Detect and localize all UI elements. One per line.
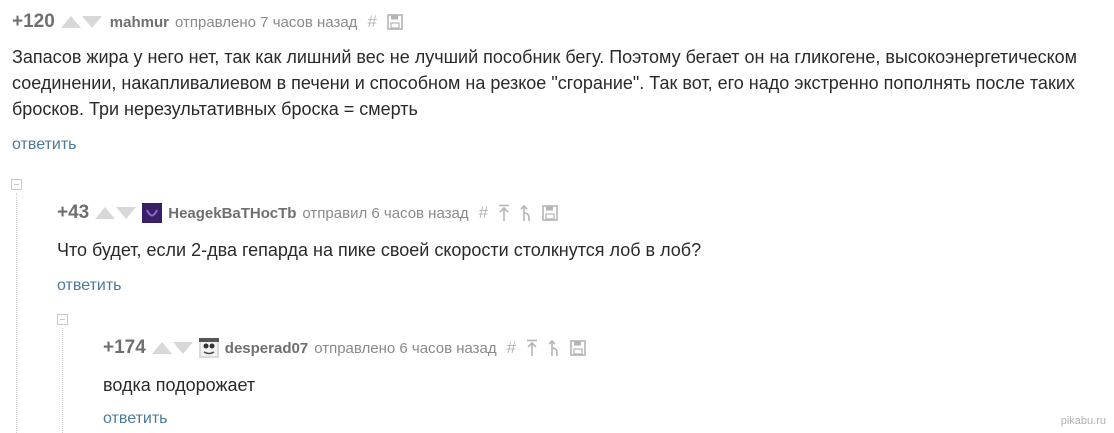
avatar[interactable] [198, 338, 219, 358]
vote-arrows [60, 16, 102, 28]
reply-link[interactable]: ответить [103, 410, 1093, 428]
collapse-thread-icon[interactable] [57, 314, 68, 325]
comment-username[interactable]: desperad07 [225, 340, 308, 357]
hash-icon[interactable]: # [367, 12, 376, 32]
thread-line [16, 193, 17, 433]
to-top-icon[interactable] [498, 204, 510, 222]
comment-3: +174 desperad07 отправлено 6 часов назад… [103, 336, 1093, 428]
comment-1: +120 mahmur отправлено 7 часов назад # З… [12, 10, 1102, 154]
comment-2: +43 НеаgekВаТНосТb отправил 6 часов наза… [57, 201, 1097, 295]
comment-timestamp: отправлено 7 часов назад [174, 13, 358, 31]
comment-username[interactable]: НеаgekВаТНосТb [168, 205, 296, 222]
comment-timestamp: отправлено 6 часов назад [314, 339, 497, 357]
vote-arrows [151, 342, 193, 354]
vote-down-icon[interactable] [81, 16, 102, 28]
to-top-icon[interactable] [526, 339, 538, 357]
comment-rating: +174 [103, 337, 146, 358]
reply-link[interactable]: ответить [12, 136, 1102, 154]
comment-username[interactable]: mahmur [110, 14, 169, 31]
to-parent-icon[interactable] [548, 339, 560, 357]
watermark: pikabu.ru [1060, 415, 1106, 427]
hash-icon[interactable]: # [479, 203, 488, 223]
vote-up-icon[interactable] [151, 342, 172, 354]
comment-rating: +43 [57, 202, 90, 223]
comment-timestamp: отправил 6 часов назад [302, 204, 469, 222]
hash-icon[interactable]: # [507, 338, 516, 358]
comment-header: +120 mahmur отправлено 7 часов назад # [12, 10, 1102, 34]
comment-header: +174 desperad07 отправлено 6 часов назад… [103, 336, 1093, 360]
collapse-thread-icon[interactable] [11, 179, 22, 190]
vote-down-icon[interactable] [116, 207, 137, 219]
save-icon[interactable] [542, 205, 558, 221]
thread-line [62, 328, 63, 433]
save-icon[interactable] [570, 340, 586, 356]
vote-up-icon[interactable] [60, 16, 81, 28]
save-icon[interactable] [387, 14, 403, 30]
comment-text: Что будет, если 2-два гепарда на пике св… [57, 240, 702, 260]
comment-header: +43 НеаgekВаТНосТb отправил 6 часов наза… [57, 201, 1097, 225]
reply-link[interactable]: ответить [57, 277, 1097, 295]
vote-arrows [95, 207, 137, 219]
comment-text: водка подорожает [103, 375, 256, 395]
vote-up-icon[interactable] [95, 207, 116, 219]
to-parent-icon[interactable] [520, 204, 532, 222]
comment-rating: +120 [12, 11, 55, 32]
comment-text: Запасов жира у него нет, так как лишний … [12, 47, 1078, 119]
vote-down-icon[interactable] [172, 342, 193, 354]
avatar[interactable] [142, 203, 163, 223]
